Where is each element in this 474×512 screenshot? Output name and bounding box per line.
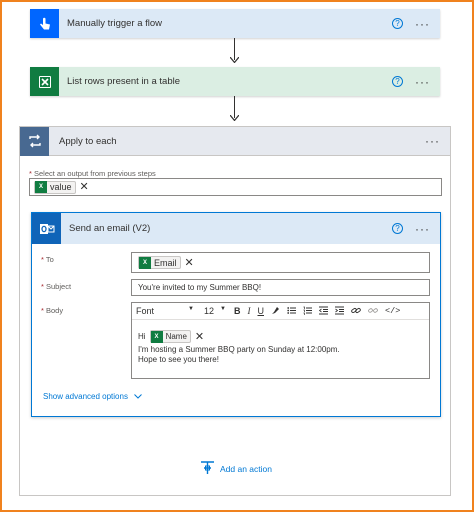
trigger-title: Manually trigger a flow [67,18,163,29]
rich-text-toolbar: Font ▼ 12 ▼ B I U </> [132,303,429,320]
add-action-label: Add an action [220,464,272,474]
subject-field[interactable]: You're invited to my Summer BBQ! [131,279,430,296]
excel-icon: X [150,330,163,343]
token-label: Email [154,257,177,268]
excel-icon: X [139,256,151,269]
body-content[interactable]: Hi X Name ✕ I'm hosting a Summer BBQ par… [132,320,429,365]
more-options-icon[interactable]: ··· [415,76,430,88]
to-label: * To [41,255,54,264]
font-select[interactable]: Font ▼ [136,306,194,316]
bulleted-list-icon[interactable] [287,306,296,317]
numbered-list-icon[interactable] [303,306,312,317]
add-action-icon [200,461,215,477]
arrow-down-icon [230,115,239,121]
trigger-step[interactable]: Manually trigger a flow ? ··· [30,9,440,38]
chevron-down-icon [134,392,143,401]
remove-token-icon[interactable]: ✕ [195,331,204,342]
body-line-1: I'm hosting a Summer BBQ party on Sunday… [138,345,340,354]
apply-to-each-title: Apply to each [59,135,117,147]
more-options-icon[interactable]: ··· [425,135,440,147]
more-options-icon[interactable]: ··· [415,18,430,30]
send-email-card: Send an email (V2) ? ··· * To X Email ✕ … [31,212,441,417]
arrow-down-icon [230,57,239,63]
link-icon[interactable] [351,306,361,317]
select-output-input[interactable]: X value ✕ [29,178,442,196]
excel-icon [30,67,59,96]
apply-to-each-container: Apply to each ··· * Select an output fro… [19,126,451,496]
help-icon[interactable]: ? [392,76,403,87]
help-icon[interactable]: ? [392,223,403,234]
highlight-icon[interactable] [271,306,280,317]
value-token[interactable]: X value [34,180,76,194]
list-rows-title: List rows present in a table [67,76,181,87]
bold-icon[interactable]: B [234,306,241,316]
body-label: * Body [41,306,64,315]
unlink-icon[interactable] [368,306,378,317]
send-email-title: Send an email (V2) [69,223,151,234]
font-size-select[interactable]: 12 ▼ [204,306,226,316]
increase-indent-icon[interactable] [335,306,344,317]
show-advanced-options-link[interactable]: Show advanced options [43,392,143,401]
code-view-icon[interactable]: </> [385,306,400,316]
to-field[interactable]: X Email ✕ [131,252,430,273]
loop-icon [20,126,49,156]
greeting-text: Hi [138,331,146,341]
apply-to-each-header[interactable]: Apply to each ··· [20,126,450,156]
italic-icon[interactable]: I [248,306,251,316]
remove-token-icon[interactable]: ✕ [80,182,89,193]
subject-label: * Subject [41,282,72,291]
email-token[interactable]: X Email [138,256,181,269]
remove-token-icon[interactable]: ✕ [185,257,194,268]
list-rows-step[interactable]: List rows present in a table ? ··· [30,67,440,96]
touch-trigger-icon [30,9,59,38]
outlook-icon [32,213,61,244]
add-action-button[interactable]: Add an action [200,461,272,477]
body-field[interactable]: Font ▼ 12 ▼ B I U </> Hi X Name ✕ I'm ho… [131,302,430,379]
excel-icon: X [35,181,47,193]
more-options-icon[interactable]: ··· [415,223,430,235]
send-email-header[interactable]: Send an email (V2) ? ··· [32,213,440,244]
name-token[interactable]: X Name [149,330,191,343]
token-label: value [50,182,72,192]
token-label: Name [165,331,187,341]
decrease-indent-icon[interactable] [318,306,328,317]
underline-icon[interactable]: U [258,306,265,316]
body-line-2: Hope to see you there! [138,355,219,364]
select-output-label: * Select an output from previous steps [29,169,156,178]
help-icon[interactable]: ? [392,18,403,29]
